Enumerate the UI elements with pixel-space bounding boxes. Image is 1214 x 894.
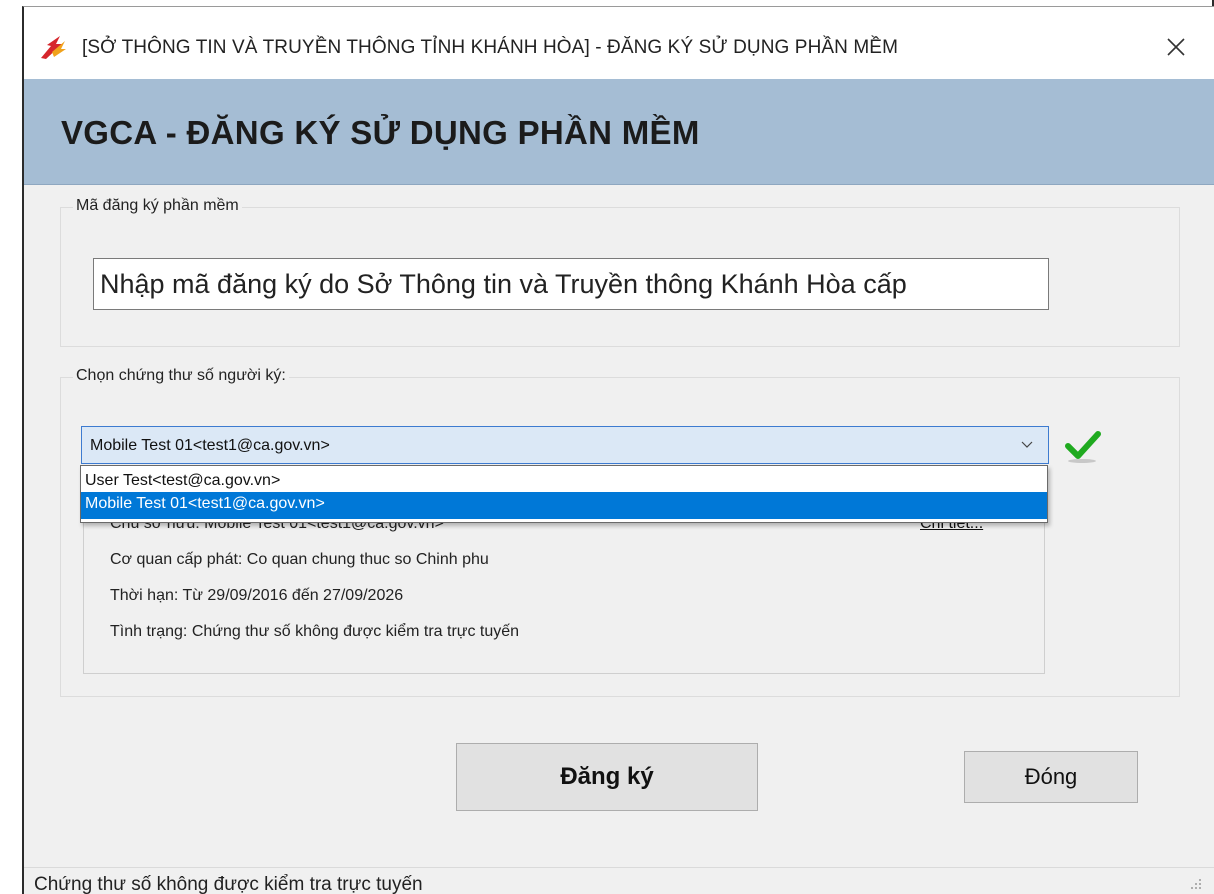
chevron-down-icon[interactable] (1020, 438, 1034, 452)
window-title: [SỞ THÔNG TIN VÀ TRUYỀN THÔNG TỈNH KHÁNH… (82, 37, 898, 58)
certificate-issuer: Cơ quan cấp phát: Co quan chung thuc so … (110, 551, 489, 568)
status-text: Chứng thư số không được kiểm tra trực tu… (34, 874, 423, 894)
dropdown-option-selected[interactable]: Mobile Test 01<test1@ca.gov.vn> (81, 492, 1047, 519)
certificate-dropdown-list: User Test<test@ca.gov.vn> Mobile Test 01… (80, 465, 1048, 523)
page-title: VGCA - ĐĂNG KÝ SỬ DỤNG PHẦN MỀM (61, 114, 700, 151)
certificate-label: Chọn chứng thư số người ký: (73, 367, 289, 385)
certificate-select[interactable]: Mobile Test 01<test1@ca.gov.vn> (81, 426, 1049, 464)
certificate-selected-value: Mobile Test 01<test1@ca.gov.vn> (90, 437, 330, 454)
registration-code-label: Mã đăng ký phần mềm (73, 197, 242, 215)
register-button[interactable]: Đăng ký (456, 743, 758, 811)
registration-code-input[interactable] (93, 258, 1049, 310)
certificate-validity: Thời hạn: Từ 29/09/2016 đến 27/09/2026 (110, 587, 404, 604)
dropdown-option[interactable]: User Test<test@ca.gov.vn> (81, 471, 1047, 491)
registration-code-group: Mã đăng ký phần mềm (60, 197, 1180, 347)
certificate-info-panel: Chủ sở hữu: Mobile Test 01<test1@ca.gov.… (83, 498, 1045, 674)
app-logo-icon (38, 33, 68, 61)
certificate-group: Chọn chứng thư số người ký: Mobile Test … (60, 367, 1180, 697)
header-banner: VGCA - ĐĂNG KÝ SỬ DỤNG PHẦN MỀM (24, 79, 1214, 185)
title-bar: [SỞ THÔNG TIN VÀ TRUYỀN THÔNG TỈNH KHÁNH… (24, 7, 1214, 79)
close-icon[interactable] (1156, 27, 1196, 67)
status-bar: Chứng thư số không được kiểm tra trực tu… (24, 867, 1214, 894)
registration-dialog: [SỞ THÔNG TIN VÀ TRUYỀN THÔNG TỈNH KHÁNH… (22, 6, 1214, 894)
check-icon (1064, 428, 1102, 464)
resize-grip-icon[interactable] (1188, 876, 1202, 890)
close-button[interactable]: Đóng (964, 751, 1138, 803)
certificate-status: Tình trạng: Chứng thư số không được kiểm… (110, 623, 520, 640)
